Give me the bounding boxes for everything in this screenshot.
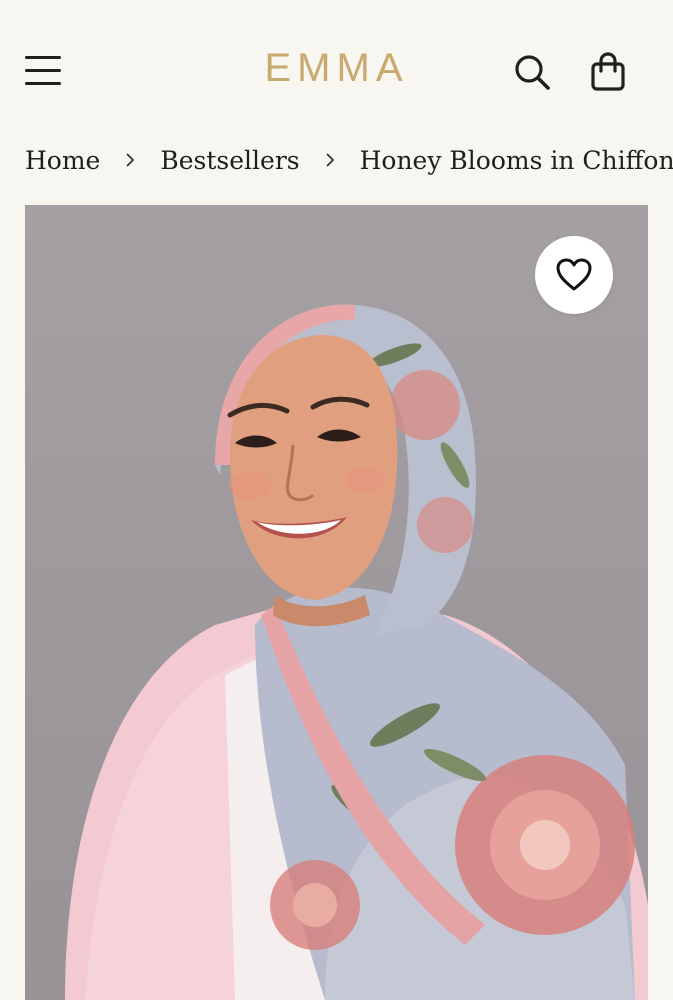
heart-icon xyxy=(556,258,592,291)
product-image[interactable] xyxy=(25,205,648,1000)
shopping-bag-icon xyxy=(591,52,625,91)
brand-logo[interactable]: EMMA xyxy=(0,46,673,91)
product-photo xyxy=(65,304,648,1000)
chevron-right-icon xyxy=(124,151,136,169)
breadcrumb-bestsellers-link[interactable]: Bestsellers xyxy=(160,146,299,175)
chevron-right-icon xyxy=(324,151,336,169)
breadcrumb: Home Bestsellers Honey Blooms in Chiffon xyxy=(25,142,673,178)
search-button[interactable] xyxy=(512,52,552,92)
search-icon xyxy=(515,55,550,90)
breadcrumb-home-link[interactable]: Home xyxy=(25,146,100,175)
site-header: EMMA xyxy=(0,0,673,130)
cart-button[interactable] xyxy=(588,52,628,92)
favorite-button[interactable] xyxy=(535,236,613,314)
breadcrumb-current-page: Honey Blooms in Chiffon xyxy=(359,145,673,175)
